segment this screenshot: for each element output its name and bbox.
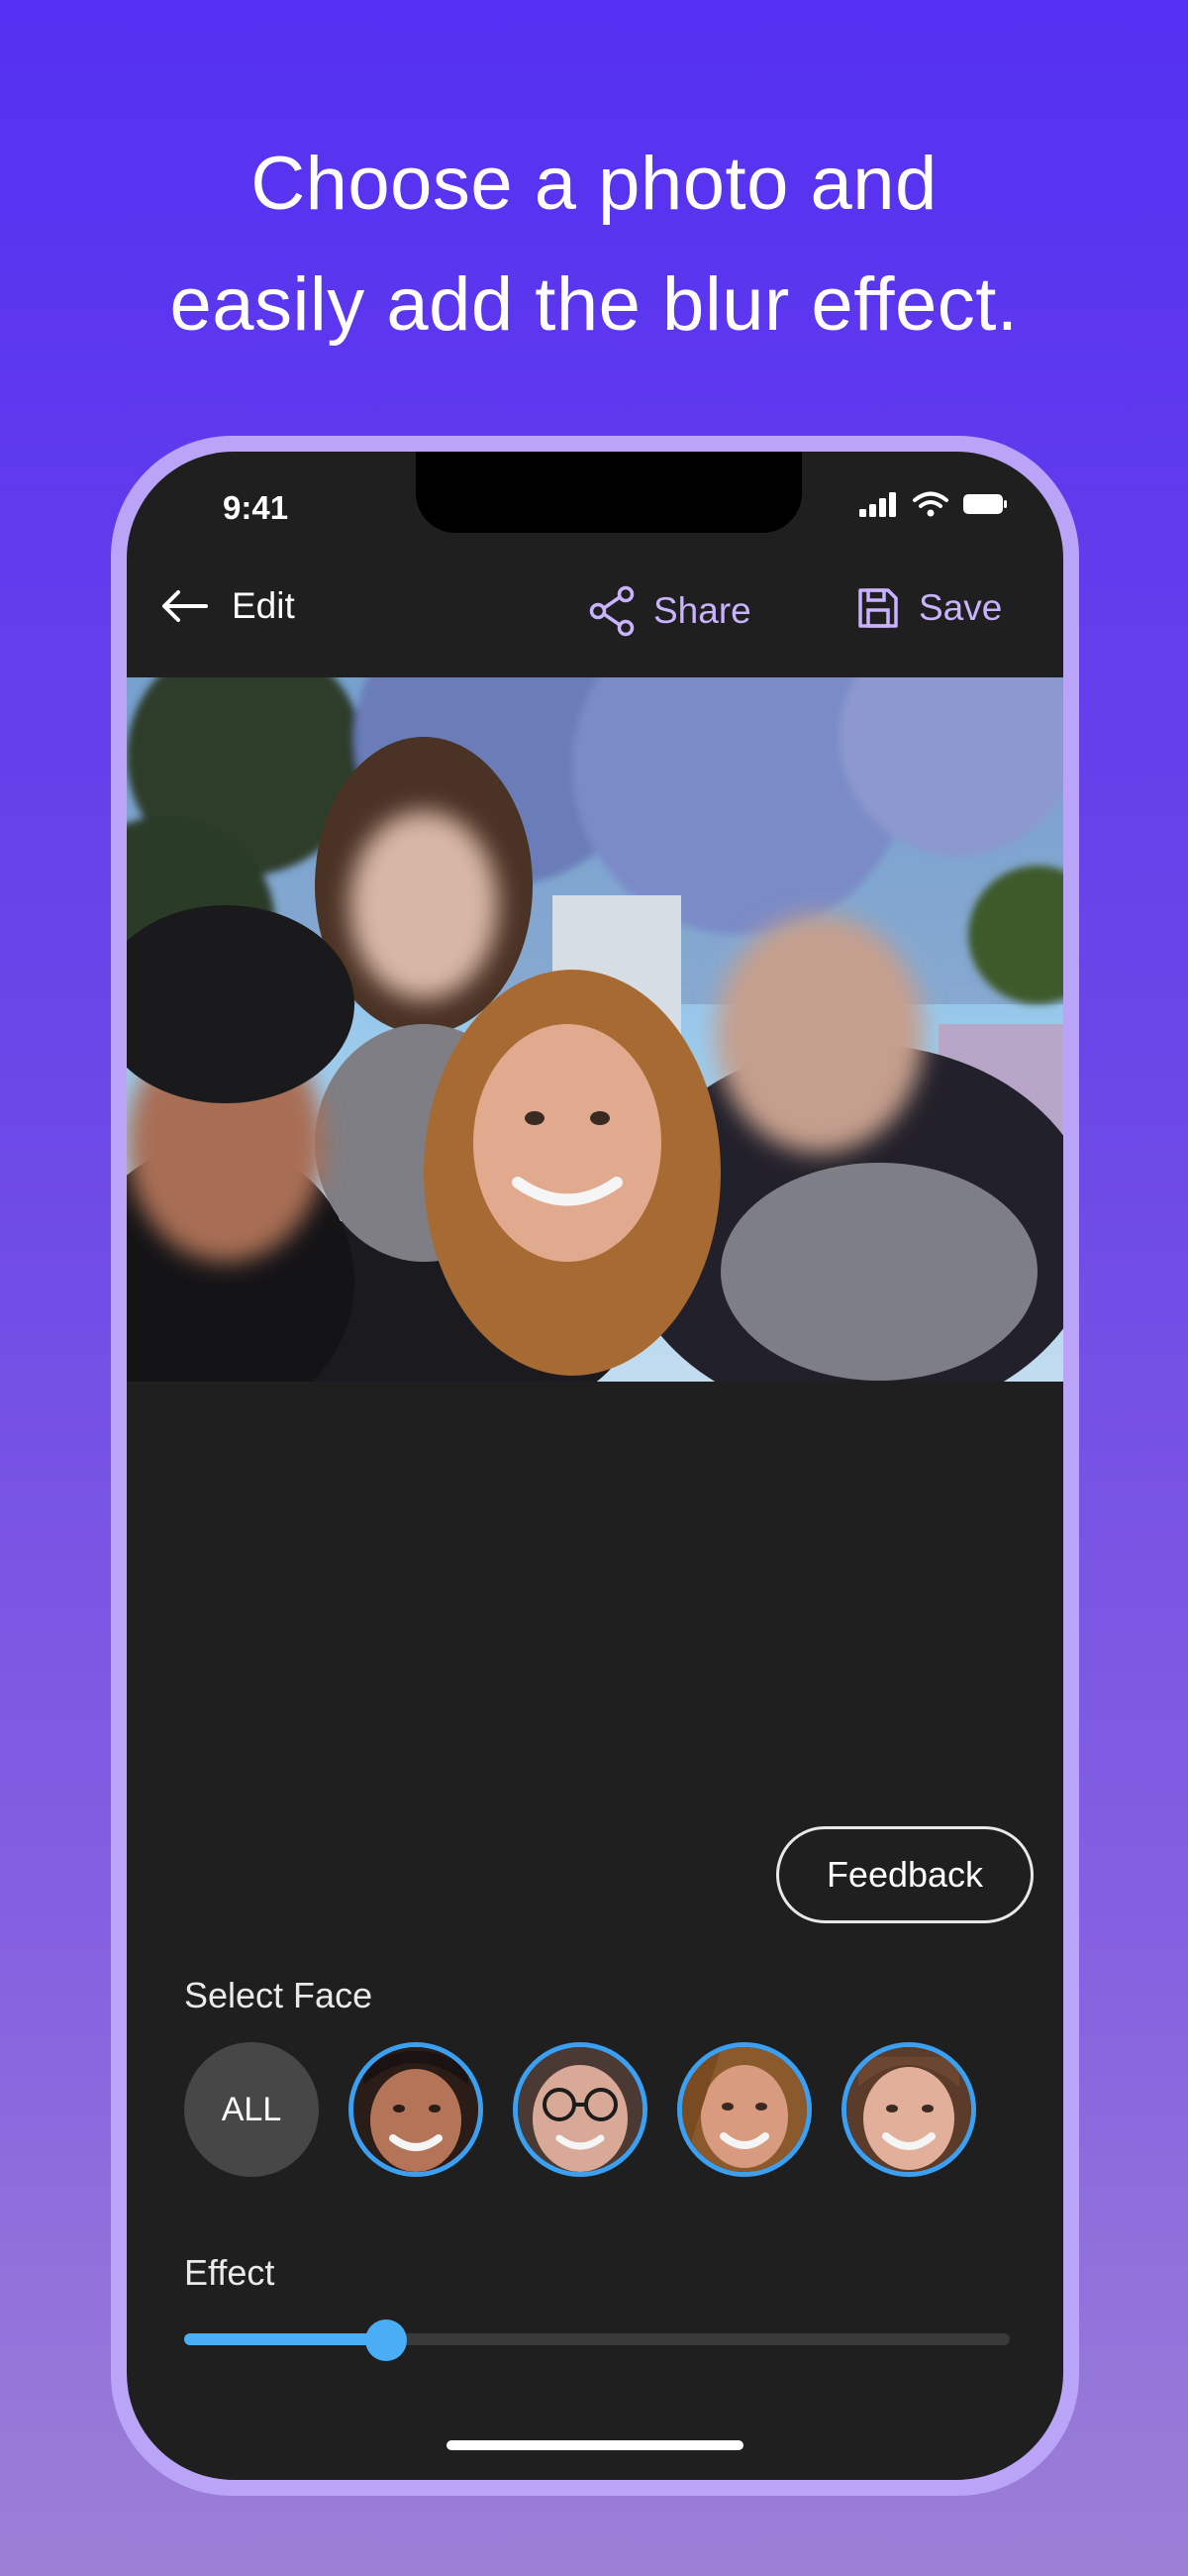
group-selfie-photo <box>127 677 1063 1382</box>
arrow-left-icon <box>162 590 208 622</box>
share-label: Share <box>653 590 751 631</box>
signal-icon <box>859 492 896 517</box>
face-avatar <box>682 2047 807 2172</box>
notch <box>416 452 802 533</box>
app-screen: 9:41 Edit Share Save Feedback Select Fac… <box>127 452 1063 2480</box>
face-thumbnail[interactable] <box>842 2042 976 2177</box>
slider-thumb[interactable] <box>365 2319 407 2361</box>
battery-icon <box>963 494 1007 514</box>
status-time: 9:41 <box>223 489 289 526</box>
feedback-button[interactable]: Feedback <box>776 1826 1034 1923</box>
face-selector: ALL <box>184 2042 976 2177</box>
face-all-button[interactable]: ALL <box>184 2042 319 2177</box>
headline: Choose a photo and easily add the blur e… <box>0 124 1188 365</box>
share-icon <box>589 585 635 637</box>
share-button[interactable]: Share <box>588 585 751 637</box>
face-avatar <box>518 2047 643 2172</box>
save-icon <box>858 588 898 628</box>
slider-fill <box>184 2333 386 2345</box>
wifi-icon <box>913 491 948 517</box>
face-avatar <box>846 2047 971 2172</box>
editor-toolbar: Edit Share Save <box>127 585 1063 655</box>
back-button[interactable]: Edit <box>158 585 295 627</box>
face-thumbnail[interactable] <box>513 2042 647 2177</box>
face-avatar <box>353 2047 478 2172</box>
save-label: Save <box>919 587 1003 628</box>
effect-slider[interactable] <box>184 2319 1010 2361</box>
status-icons <box>859 491 1008 517</box>
headline-line-2: easily add the blur effect. <box>169 262 1019 347</box>
select-face-label: Select Face <box>184 1975 373 2015</box>
back-label: Edit <box>232 585 295 626</box>
face-thumbnail[interactable] <box>677 2042 812 2177</box>
save-button[interactable]: Save <box>855 585 1002 631</box>
home-indicator <box>446 2440 743 2450</box>
face-thumbnail[interactable] <box>348 2042 483 2177</box>
effect-label: Effect <box>184 2252 275 2293</box>
phone-frame: 9:41 Edit Share Save Feedback Select Fac… <box>111 436 1079 2496</box>
photo-canvas[interactable] <box>127 677 1063 1382</box>
headline-line-1: Choose a photo and <box>250 142 938 226</box>
